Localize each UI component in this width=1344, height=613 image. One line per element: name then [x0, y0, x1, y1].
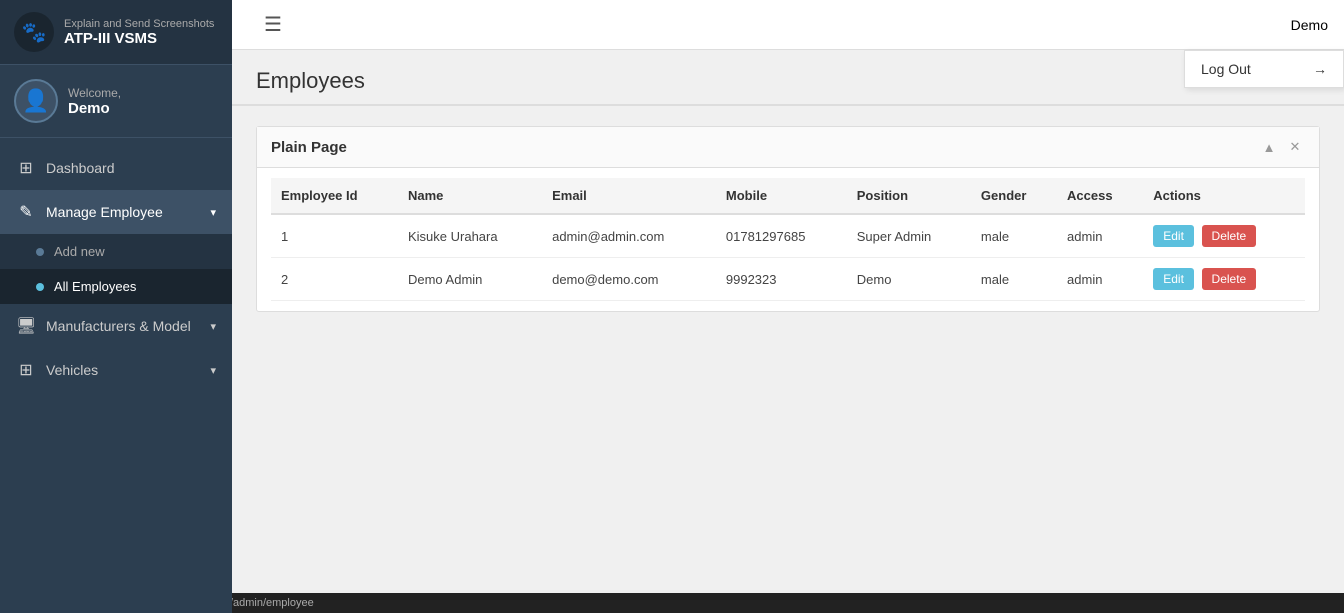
cell-access: admin: [1057, 214, 1143, 258]
cell-mobile: 9992323: [716, 258, 847, 301]
sidebar-item-label: Manage Employee: [46, 204, 163, 220]
submenu-label: All Employees: [54, 279, 136, 294]
col-mobile: Mobile: [716, 178, 847, 214]
hamburger-button[interactable]: ☰: [264, 12, 282, 37]
edit-button[interactable]: Edit: [1153, 268, 1194, 290]
logout-dropdown: Log Out →: [1184, 50, 1344, 88]
manage-employee-icon: ✎: [16, 202, 36, 222]
sidebar-user: 👤 Welcome, Demo: [0, 65, 232, 138]
main-content: Employees Plain Page ▲ ✕ Employee Id Nam…: [232, 50, 1344, 613]
cell-actions: Edit Delete: [1143, 214, 1305, 258]
sidebar-item-label: Vehicles: [46, 362, 98, 378]
chevron-down-icon: ▾: [210, 206, 216, 219]
dot-icon: [36, 283, 44, 291]
cell-mobile: 01781297685: [716, 214, 847, 258]
employees-tbody: 1 Kisuke Urahara admin@admin.com 0178129…: [271, 214, 1305, 301]
cell-actions: Edit Delete: [1143, 258, 1305, 301]
sidebar-item-label: Dashboard: [46, 160, 115, 176]
sidebar-item-dashboard[interactable]: ⊞ Dashboard: [0, 146, 232, 190]
col-position: Position: [847, 178, 971, 214]
avatar: 👤: [14, 79, 58, 123]
manage-employee-submenu: Add new All Employees: [0, 234, 232, 304]
col-name: Name: [398, 178, 542, 214]
logout-arrow-icon: →: [1313, 61, 1327, 77]
employees-card: Plain Page ▲ ✕ Employee Id Name Email Mo…: [256, 126, 1320, 312]
chevron-right-icon: ▾: [210, 320, 216, 333]
manufacturers-icon: 🖥: [16, 316, 36, 336]
cell-email: admin@admin.com: [542, 214, 716, 258]
home-icon: ⊞: [16, 158, 36, 178]
card-collapse-button[interactable]: ▲: [1259, 137, 1279, 157]
delete-button[interactable]: Delete: [1202, 268, 1257, 290]
cell-position: Demo: [847, 258, 971, 301]
cell-gender: male: [971, 214, 1057, 258]
card-controls: ▲ ✕: [1259, 137, 1305, 157]
col-gender: Gender: [971, 178, 1057, 214]
sidebar-item-manufacturers[interactable]: 🖥 Manufacturers & Model ▾: [0, 304, 232, 348]
col-email: Email: [542, 178, 716, 214]
table-row: 1 Kisuke Urahara admin@admin.com 0178129…: [271, 214, 1305, 258]
sidebar-submenu-add-new[interactable]: Add new: [0, 234, 232, 269]
table-row: 2 Demo Admin demo@demo.com 9992323 Demo …: [271, 258, 1305, 301]
card-title: Plain Page: [271, 139, 347, 156]
cell-employee-id: 1: [271, 214, 398, 258]
logout-button[interactable]: Log Out →: [1185, 51, 1343, 87]
card-close-button[interactable]: ✕: [1285, 137, 1305, 157]
sidebar-item-label: Manufacturers & Model: [46, 318, 191, 334]
sidebar-item-manage-employee[interactable]: ✎ Manage Employee ▾: [0, 190, 232, 234]
welcome-text: Welcome,: [68, 86, 121, 100]
app-tagline: Explain and Send Screenshots: [64, 18, 214, 30]
chevron-right-icon: ▾: [210, 364, 216, 377]
delete-button[interactable]: Delete: [1202, 225, 1257, 247]
col-actions: Actions: [1143, 178, 1305, 214]
employees-table: Employee Id Name Email Mobile Position G…: [271, 178, 1305, 301]
sidebar-item-vehicles[interactable]: ⊞ Vehicles ▾: [0, 348, 232, 392]
cell-email: demo@demo.com: [542, 258, 716, 301]
dot-icon: [36, 248, 44, 256]
topbar-username: Demo: [1291, 17, 1328, 33]
employees-table-container: Employee Id Name Email Mobile Position G…: [257, 168, 1319, 311]
logout-label: Log Out: [1201, 61, 1251, 77]
cell-position: Super Admin: [847, 214, 971, 258]
edit-button[interactable]: Edit: [1153, 225, 1194, 247]
cell-name: Kisuke Urahara: [398, 214, 542, 258]
sidebar-nav: ⊞ Dashboard ✎ Manage Employee ▾ Add new …: [0, 138, 232, 613]
app-name: ATP-III VSMS: [64, 30, 214, 47]
sidebar-submenu-all-employees[interactable]: All Employees: [0, 269, 232, 304]
col-employee-id: Employee Id: [271, 178, 398, 214]
cell-name: Demo Admin: [398, 258, 542, 301]
sidebar-username: Demo: [68, 100, 121, 117]
cell-gender: male: [971, 258, 1057, 301]
col-access: Access: [1057, 178, 1143, 214]
table-header: Employee Id Name Email Mobile Position G…: [271, 178, 1305, 214]
card-header: Plain Page ▲ ✕: [257, 127, 1319, 168]
app-logo-icon: 🐾: [14, 12, 54, 52]
top-bar-right: Demo: [1291, 17, 1328, 33]
vehicles-icon: ⊞: [16, 360, 36, 380]
sidebar-header: 🐾 Explain and Send Screenshots ATP-III V…: [0, 0, 232, 65]
cell-employee-id: 2: [271, 258, 398, 301]
submenu-label: Add new: [54, 244, 105, 259]
sidebar: 🐾 Explain and Send Screenshots ATP-III V…: [0, 0, 232, 613]
page-title: Employees: [232, 50, 1344, 106]
cell-access: admin: [1057, 258, 1143, 301]
